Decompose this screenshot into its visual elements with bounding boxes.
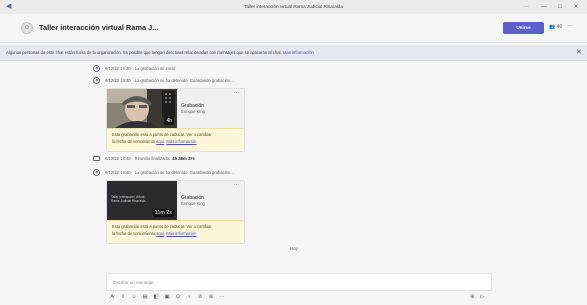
recording-author: Enrique King: [181, 201, 205, 206]
meeting-duration: 4h 38m 37s: [172, 155, 195, 161]
event-meeting-ended: 6/12/22 14:40 Reunión finalizada: 4h 38m…: [93, 154, 195, 162]
day-separator: Hoy: [290, 246, 298, 251]
event-time: 6/12/22 14:40: [105, 169, 131, 175]
event-recording-started: 6/12/22 14:30 La grabación se inició: [93, 64, 175, 72]
compose-box[interactable]: Escribe un mensaje: [106, 273, 492, 291]
warning-text: la fecha de vencimiento: [112, 138, 157, 144]
praise-icon[interactable]: ♀: [186, 294, 192, 300]
window-titlebar: ◀ Taller interacción virtual Rama Judici…: [0, 0, 587, 14]
event-recording-stopped: 6/12/22 14:30 La grabación se ha detenid…: [93, 76, 234, 84]
event-time: 6/12/22 14:40: [105, 155, 131, 161]
recording-duration: 11m 2s: [152, 209, 174, 217]
compose-toolbar: A̷ ⇧ ☺ ▤ ◧ ▣ ⊙ ♀ ⊘ ⊛ ···: [109, 294, 225, 300]
join-button[interactable]: Unirse: [503, 22, 544, 34]
approvals-icon[interactable]: ⊛: [208, 294, 214, 300]
recording-author: Enrique King: [181, 109, 205, 114]
window-title: Taller interacción virtual Rama Judicial…: [244, 4, 343, 9]
expiration-here-link[interactable]: aquí: [156, 231, 164, 236]
event-recording-stopped: 6/12/22 14:40 La grabación se ha detenid…: [93, 168, 234, 176]
maximize-button[interactable]: □: [553, 2, 567, 12]
recording-more-icon[interactable]: ···: [234, 90, 239, 96]
banner-message: Algunas personas de este chat están fuer…: [6, 50, 284, 55]
recording-duration: 4h: [164, 117, 174, 125]
warning-line-2: la fecha de vencimiento aquí. Más inform…: [112, 230, 197, 236]
expiration-warning: Esta grabación está a punto de caducar. …: [107, 128, 244, 151]
minimize-button[interactable]: —: [537, 2, 551, 12]
chat-avatar-icon[interactable]: ☺: [21, 22, 33, 34]
warning-text: la fecha de vencimiento: [112, 230, 157, 236]
sticker-icon[interactable]: ◧: [153, 294, 159, 300]
event-text: La grabación se ha detenido. Guardando g…: [134, 77, 234, 83]
gif-icon[interactable]: ▤: [142, 294, 148, 300]
banner-learn-more-link[interactable]: Más información: [283, 50, 314, 55]
recording-preview[interactable]: Taller interacción virtual Rama Judicial…: [107, 181, 244, 220]
send-tools: ⊕ ▷: [470, 294, 485, 300]
send-icon[interactable]: ▷: [481, 294, 485, 300]
event-time: 6/12/22 14:30: [105, 77, 131, 83]
event-text: La grabación se inició: [134, 65, 176, 71]
close-window-button[interactable]: ✕: [569, 2, 583, 12]
loop-icon[interactable]: ⊘: [197, 294, 203, 300]
more-icon[interactable]: ···: [219, 294, 225, 300]
event-text: La grabación se ha detenido. Guardando g…: [134, 169, 234, 175]
recording-icon: [93, 168, 100, 176]
reaction-icon[interactable]: ⊕: [470, 294, 475, 300]
chat-header: ☺ Taller interacción virtual Rama J... U…: [0, 14, 587, 43]
event-time: 6/12/22 14:30: [105, 65, 131, 71]
recording-card[interactable]: 4h Grabación Enrique King ··· Esta graba…: [106, 88, 245, 152]
event-text: Reunión finalizada:: [134, 155, 171, 161]
recording-thumbnail[interactable]: Taller interacción virtual Rama Judicial…: [107, 181, 177, 220]
recording-more-icon[interactable]: ···: [234, 182, 239, 188]
banner-text: Algunas personas de este chat están fuer…: [6, 50, 314, 55]
meet-icon[interactable]: ▣: [164, 294, 170, 300]
recording-icon: [93, 64, 100, 72]
recording-thumbnail[interactable]: 4h: [107, 89, 177, 128]
recording-icon: [93, 76, 100, 84]
external-users-banner: Algunas personas de este chat están fuer…: [0, 45, 587, 61]
participants-button[interactable]: 👥 46: [549, 24, 562, 30]
message-input-placeholder[interactable]: Escribe un mensaje: [113, 280, 153, 285]
emoji-icon[interactable]: ☺: [131, 294, 137, 300]
chat-title[interactable]: Taller interacción virtual Rama J...: [39, 23, 158, 32]
attach-icon[interactable]: ⇧: [120, 294, 126, 300]
recording-card[interactable]: Taller interacción virtual Rama Judicial…: [106, 180, 245, 244]
header-more-icon[interactable]: ···: [567, 23, 573, 29]
banner-close-icon[interactable]: ✕: [576, 48, 582, 56]
expiration-warning: Esta grabación está a punto de caducar. …: [107, 220, 244, 243]
warning-learn-more-link[interactable]: Más información: [166, 231, 196, 236]
expiration-here-link[interactable]: aquí: [156, 139, 164, 144]
thumbnail-text: Taller interacción virtual Rama Judicial…: [111, 195, 146, 203]
warning-learn-more-link[interactable]: Más información: [166, 139, 196, 144]
camera-icon: [93, 155, 100, 161]
format-icon[interactable]: A̷: [109, 294, 115, 300]
more-options-icon[interactable]: ···: [519, 2, 533, 12]
recording-preview[interactable]: 4h Grabación Enrique King ···: [107, 89, 244, 128]
warning-line-2: la fecha de vencimiento aquí. Más inform…: [112, 138, 197, 144]
schedule-icon[interactable]: ⊙: [175, 294, 181, 300]
